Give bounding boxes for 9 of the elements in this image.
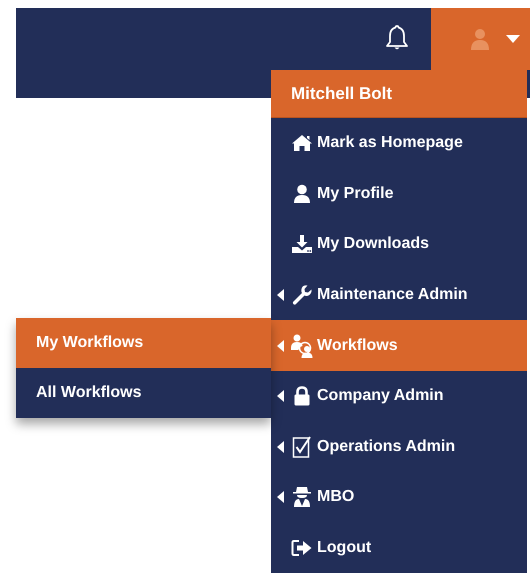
bell-icon[interactable]	[385, 24, 409, 52]
submenu-item[interactable]: My Workflows	[16, 318, 271, 368]
menu-item[interactable]: Workflows	[271, 320, 527, 371]
users-icon	[289, 332, 315, 359]
caret-icon	[506, 35, 520, 43]
submenu-item[interactable]: All Workflows	[16, 368, 271, 418]
avatar-icon	[468, 27, 492, 51]
download-icon	[289, 234, 315, 254]
user-name: Mitchell Bolt	[271, 70, 527, 118]
